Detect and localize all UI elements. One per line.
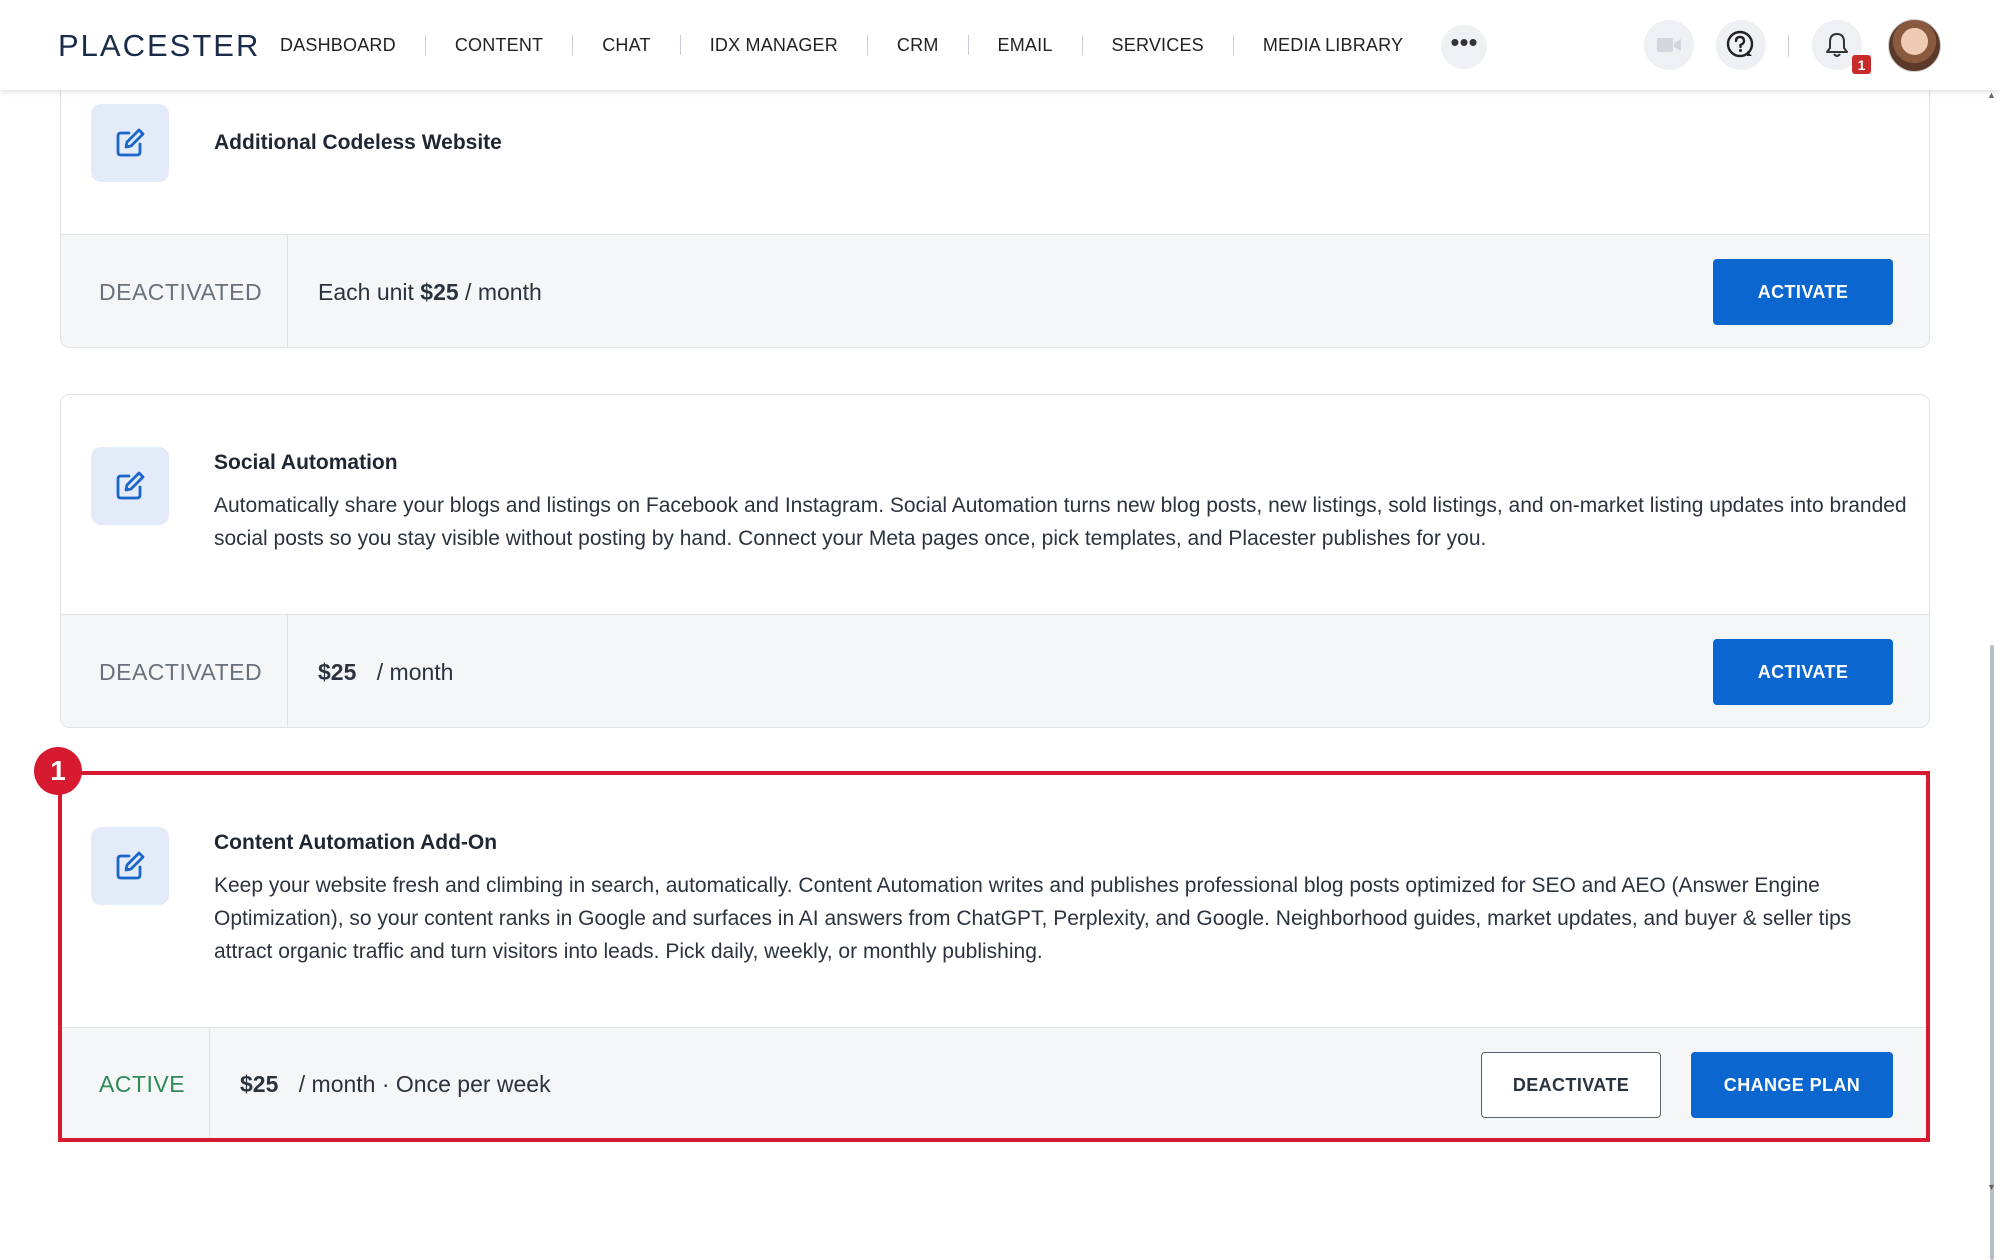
deactivate-button[interactable]: DEACTIVATE — [1481, 1052, 1661, 1118]
price-period: / month — [376, 658, 454, 685]
user-avatar[interactable] — [1888, 19, 1941, 72]
addon-icon-tile — [91, 827, 169, 905]
addon-footer: DEACTIVATED $25 / month ACTIVATE — [61, 614, 1929, 727]
addon-footer: ACTIVE $25 / month · Once per week DEACT… — [61, 1027, 1929, 1139]
nav-divider — [572, 35, 574, 55]
top-navigation-bar: PLACESTER DASHBOARD CONTENT CHAT IDX MAN… — [0, 0, 2000, 90]
placester-logo[interactable]: PLACESTER — [58, 28, 260, 64]
video-button[interactable] — [1644, 20, 1694, 70]
status-label: DEACTIVATED — [61, 235, 288, 347]
notification-count-badge: 1 — [1852, 55, 1871, 74]
price-period: / month · Once per week — [298, 1071, 551, 1097]
page-scrollbar[interactable]: ▲ ▼ — [1984, 90, 2000, 1260]
nav-services[interactable]: SERVICES — [1112, 35, 1204, 56]
nav-content[interactable]: CONTENT — [455, 35, 543, 56]
nav-divider — [1081, 35, 1083, 55]
edit-icon — [116, 471, 145, 500]
activate-button[interactable]: ACTIVATE — [1713, 639, 1893, 705]
addon-card-social-automation: Social Automation Automatically share yo… — [60, 394, 1930, 728]
scroll-up-arrow-icon[interactable]: ▲ — [1987, 90, 1996, 100]
status-label: ACTIVE — [61, 1028, 210, 1139]
help-question-icon — [1726, 30, 1754, 58]
nav-crm[interactable]: CRM — [897, 35, 939, 56]
activate-button[interactable]: ACTIVATE — [1713, 259, 1893, 325]
nav-chat[interactable]: CHAT — [602, 35, 650, 56]
price-text: Each unit $25 / month — [288, 279, 542, 306]
addon-title: Content Automation Add-On — [214, 831, 498, 854]
price-prefix: Each unit — [318, 278, 421, 305]
addon-card-codeless-website: Additional Codeless Website DEACTIVATED … — [60, 50, 1930, 348]
help-button[interactable] — [1716, 20, 1766, 70]
edit-icon — [116, 128, 145, 157]
nav-divider — [866, 35, 868, 55]
video-camera-icon — [1657, 38, 1681, 52]
scroll-down-arrow-icon[interactable]: ▼ — [1987, 1182, 1996, 1192]
scroll-thumb[interactable] — [1990, 645, 1994, 1260]
price-period: / month — [458, 278, 542, 305]
addon-icon-tile — [91, 447, 169, 525]
nav-idx-manager[interactable]: IDX MANAGER — [710, 35, 838, 56]
addon-card-content-automation: Content Automation Add-On Keep your webs… — [60, 774, 1930, 1140]
header-divider — [1788, 35, 1789, 57]
addon-footer: DEACTIVATED Each unit $25 / month ACTIVA… — [61, 234, 1929, 347]
nav-divider — [1232, 35, 1234, 55]
change-plan-button[interactable]: CHANGE PLAN — [1691, 1052, 1893, 1118]
addon-description: Automatically share your blogs and listi… — [214, 494, 1907, 550]
status-label: DEACTIVATED — [61, 615, 288, 727]
nav-dashboard[interactable]: DASHBOARD — [280, 35, 396, 56]
nav-media-library[interactable]: MEDIA LIBRARY — [1263, 35, 1403, 56]
price-amount: $25 — [240, 1071, 279, 1097]
bell-icon — [1826, 33, 1848, 57]
addon-icon-tile — [91, 104, 169, 182]
nav-email[interactable]: EMAIL — [998, 35, 1053, 56]
annotation-marker: 1 — [34, 747, 82, 795]
nav-divider — [424, 35, 426, 55]
nav-divider — [967, 35, 969, 55]
price-text: $25 / month — [288, 659, 453, 686]
addon-title: Additional Codeless Website — [214, 131, 502, 154]
more-menu-button[interactable]: ••• — [1441, 25, 1487, 69]
price-amount: $25 — [318, 658, 357, 685]
edit-icon — [116, 851, 145, 880]
addon-description: Keep your website fresh and climbing in … — [214, 874, 1852, 963]
addon-title: Social Automation — [214, 451, 398, 474]
price-amount: $25 — [420, 278, 459, 305]
price-text: $25 / month · Once per week — [210, 1071, 551, 1098]
nav-divider — [679, 35, 681, 55]
main-nav: DASHBOARD CONTENT CHAT IDX MANAGER CRM E… — [280, 0, 1403, 90]
